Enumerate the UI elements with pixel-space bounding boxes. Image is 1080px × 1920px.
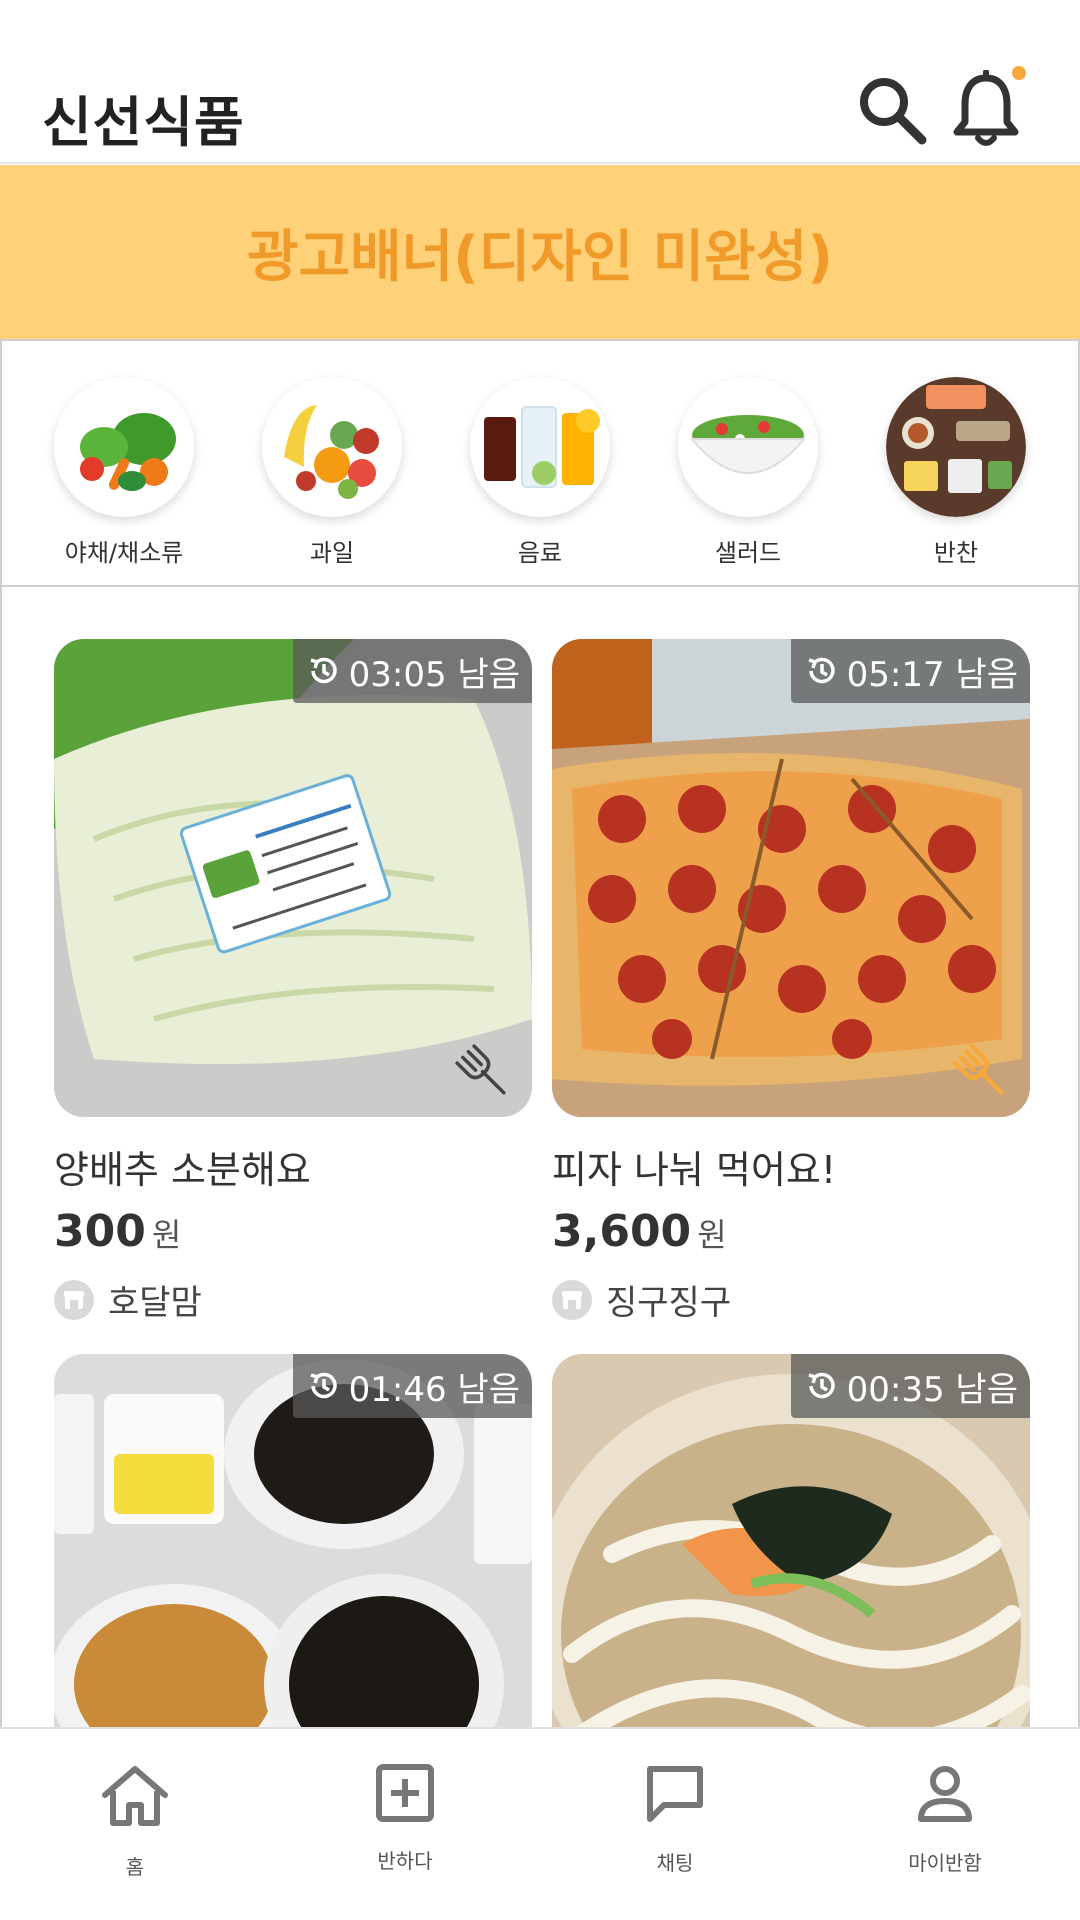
- price-row: 300 원: [54, 1206, 532, 1257]
- history-icon: [808, 657, 835, 684]
- nav-label: 마이반함: [908, 1851, 982, 1875]
- side-dishes-icon: [886, 377, 1026, 517]
- notification-button[interactable]: [946, 70, 1026, 150]
- banner-text: 광고배너(디자인 미완성): [247, 224, 833, 290]
- add-square-icon: [376, 1764, 434, 1822]
- nav-home[interactable]: 홈: [0, 1729, 270, 1920]
- seller-row: 징구징구: [552, 1275, 1030, 1324]
- ad-banner[interactable]: 광고배너(디자인 미완성): [0, 165, 1080, 339]
- history-icon: [310, 657, 337, 684]
- nav-label: 반하다: [377, 1849, 433, 1873]
- nav-chat[interactable]: 채팅: [540, 1729, 810, 1920]
- nav-share[interactable]: 반하다: [270, 1729, 540, 1920]
- category-label: 과일: [309, 539, 355, 567]
- price-row: 3,600 원: [552, 1206, 1030, 1257]
- product-price: 3,600: [552, 1206, 692, 1257]
- time-remaining-badge: 05:17 남음: [790, 639, 1030, 703]
- timer-text: 03:05 남음: [348, 654, 520, 695]
- category-label: 샐러드: [714, 539, 782, 567]
- nav-label: 홈: [125, 1855, 145, 1879]
- category-fruits[interactable]: 과일: [247, 341, 417, 585]
- category-list: 야채/채소류 과일 음료 샐러드 반찬: [0, 339, 1080, 587]
- time-remaining-badge: 01:46 남음: [292, 1354, 532, 1418]
- bottom-navigation: 홈 반하다 채팅 마이반함: [0, 1727, 1080, 1920]
- fork-icon: [455, 1044, 506, 1095]
- product-title: 피자 나눠 먹어요!: [552, 1148, 837, 1192]
- home-icon: [102, 1766, 168, 1826]
- product-image-jajangmyeon: 01:46 남음: [54, 1354, 532, 1727]
- product-card[interactable]: 01:46 남음: [54, 1354, 532, 1727]
- currency-label: 원: [151, 1216, 182, 1254]
- person-icon: [918, 1766, 972, 1822]
- time-remaining-badge: 03:05 남음: [292, 639, 532, 703]
- timer-text: 00:35 남음: [846, 1369, 1018, 1410]
- bell-icon: [953, 70, 1019, 146]
- seller-name: 호달맘: [108, 1283, 202, 1323]
- category-salad[interactable]: 샐러드: [663, 341, 833, 585]
- category-label: 음료: [517, 539, 563, 567]
- category-label: 야채/채소류: [64, 539, 184, 567]
- nav-label: 채팅: [656, 1851, 694, 1875]
- timer-text: 01:46 남음: [348, 1369, 520, 1410]
- history-icon: [808, 1372, 835, 1399]
- timer-text: 05:17 남음: [846, 654, 1018, 695]
- app-header: 신선식품: [0, 0, 1080, 164]
- search-button[interactable]: [852, 70, 932, 150]
- notification-badge: [1012, 66, 1026, 80]
- category-side-dishes[interactable]: 반찬: [871, 341, 1041, 585]
- salad-icon: [678, 377, 818, 517]
- product-grid: 03:05 남음 양배추 소분해요 300 원 호달맘 05:17 남음 피자 …: [0, 587, 1080, 1727]
- product-card[interactable]: 05:17 남음 피자 나눠 먹어요! 3,600 원 징구징구: [552, 639, 1030, 1324]
- product-card[interactable]: 03:05 남음 양배추 소분해요 300 원 호달맘: [54, 639, 532, 1324]
- chat-icon: [647, 1766, 703, 1822]
- fruits-icon: [262, 377, 402, 517]
- category-vegetables[interactable]: 야채/채소류: [39, 341, 209, 585]
- product-price: 300: [54, 1206, 146, 1257]
- product-card[interactable]: 00:35 남음: [552, 1354, 1030, 1727]
- category-label: 반찬: [933, 539, 979, 567]
- seller-row: 호달맘: [54, 1275, 532, 1324]
- page-title: 신선식품: [42, 91, 245, 154]
- product-image-noodle-soup: 00:35 남음: [552, 1354, 1030, 1727]
- store-icon: [552, 1279, 592, 1320]
- product-title: 양배추 소분해요: [54, 1148, 311, 1192]
- search-icon: [860, 78, 927, 145]
- product-image-cabbage: 03:05 남음: [54, 639, 532, 1117]
- category-drinks[interactable]: 음료: [455, 341, 625, 585]
- nav-my-page[interactable]: 마이반함: [810, 1729, 1080, 1920]
- seller-name: 징구징구: [606, 1283, 732, 1323]
- product-image-pizza: 05:17 남음: [552, 639, 1030, 1117]
- store-icon: [54, 1279, 94, 1320]
- fork-icon-active: [952, 1043, 1005, 1096]
- drinks-icon: [470, 377, 610, 517]
- history-icon: [310, 1372, 337, 1399]
- currency-label: 원: [697, 1216, 727, 1254]
- vegetables-icon: [54, 377, 194, 517]
- time-remaining-badge: 00:35 남음: [790, 1354, 1030, 1418]
